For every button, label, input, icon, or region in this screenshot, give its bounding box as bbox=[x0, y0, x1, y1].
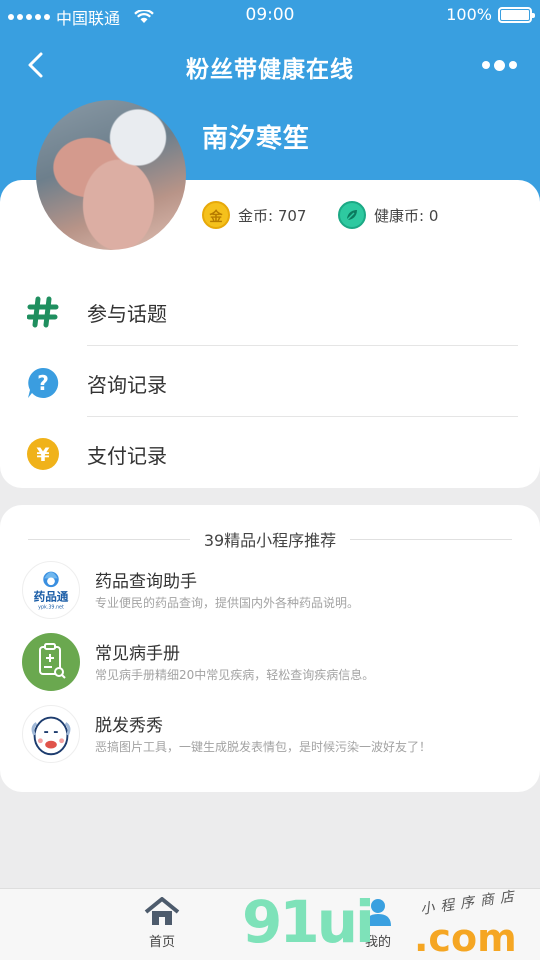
menu-label-topics: 参与话题 bbox=[87, 302, 167, 326]
tab-home-label: 首页 bbox=[148, 935, 175, 950]
gold-coin-icon: 金 bbox=[202, 201, 230, 229]
menu-label-consult: 咨询记录 bbox=[87, 373, 167, 397]
menu-item-payment-records[interactable]: ¥ 支付记录 bbox=[0, 417, 540, 488]
section-title: 39精品小程序推荐 bbox=[203, 531, 337, 550]
status-bar: 中国联通 09:00 100% bbox=[0, 0, 540, 30]
drug-logo-subtext: ypk.39.net bbox=[38, 604, 64, 610]
tab-mine[interactable]: 我的 bbox=[338, 897, 418, 950]
app-description: 恶搞图片工具，一键生成脱发表情包，是时候污染一波好友了！ bbox=[95, 740, 432, 754]
menu-label-payment: 支付记录 bbox=[87, 444, 167, 468]
health-coin-balance[interactable]: 健康币: 0 bbox=[338, 201, 438, 229]
app-name: 常见病手册 bbox=[95, 644, 180, 664]
person-icon bbox=[359, 897, 397, 927]
yen-icon: ¥ bbox=[26, 437, 60, 471]
bald-face-icon bbox=[22, 705, 80, 763]
section-header: 39精品小程序推荐 bbox=[28, 528, 512, 550]
tab-home[interactable]: 首页 bbox=[122, 897, 202, 950]
app-name: 药品查询助手 bbox=[95, 572, 197, 592]
page-title: 粉丝带健康在线 bbox=[186, 57, 354, 83]
menu-item-topics[interactable]: 参与话题 bbox=[0, 275, 540, 346]
app-item-disease-handbook[interactable]: 常见病手册 常见病手册精细20中常见疾病，轻松查询疾病信息。 bbox=[0, 633, 540, 699]
home-icon bbox=[143, 897, 181, 927]
drug-app-icon: 药品通 ypk.39.net bbox=[22, 561, 80, 619]
tab-mine-label: 我的 bbox=[364, 935, 391, 950]
app-description: 常见病手册精细20中常见疾病，轻松查询疾病信息。 bbox=[95, 668, 375, 682]
svg-text:?: ? bbox=[37, 371, 49, 395]
tab-bar: 首页 我的 bbox=[0, 888, 540, 960]
drug-logo-text: 药品通 bbox=[34, 590, 69, 604]
leaf-coin-icon bbox=[338, 201, 366, 229]
svg-text:¥: ¥ bbox=[36, 444, 49, 466]
gold-coin-label: 金币: 707 bbox=[238, 206, 307, 225]
username: 南汐寒笙 bbox=[202, 124, 311, 154]
app-item-hair-loss[interactable]: 脱发秀秀 恶搞图片工具，一键生成脱发表情包，是时候污染一波好友了！ bbox=[0, 705, 540, 771]
navigation-bar: 粉丝带健康在线 bbox=[0, 36, 540, 94]
app-item-drug-query[interactable]: 药品通 ypk.39.net 药品查询助手 专业便民的药品查询，提供国内外各种药… bbox=[0, 561, 540, 627]
hash-icon bbox=[26, 295, 60, 329]
battery-info: 100% bbox=[446, 5, 535, 24]
clipboard-icon bbox=[22, 633, 80, 691]
battery-icon bbox=[498, 6, 535, 23]
menu-item-consult-records[interactable]: ? 咨询记录 bbox=[0, 346, 540, 417]
more-dots-icon[interactable] bbox=[482, 54, 518, 76]
app-description: 专业便民的药品查询，提供国内外各种药品说明。 bbox=[95, 596, 360, 610]
battery-percent: 100% bbox=[446, 5, 492, 24]
recommend-card: 39精品小程序推荐 药品通 ypk.39.net 药品查询助手 专业便民的药品查… bbox=[0, 505, 540, 792]
health-coin-label: 健康币: 0 bbox=[374, 206, 439, 225]
app-name: 脱发秀秀 bbox=[95, 716, 163, 736]
gold-coin-balance[interactable]: 金 金币: 707 bbox=[202, 201, 306, 229]
avatar[interactable] bbox=[36, 100, 186, 250]
question-icon: ? bbox=[26, 366, 60, 400]
